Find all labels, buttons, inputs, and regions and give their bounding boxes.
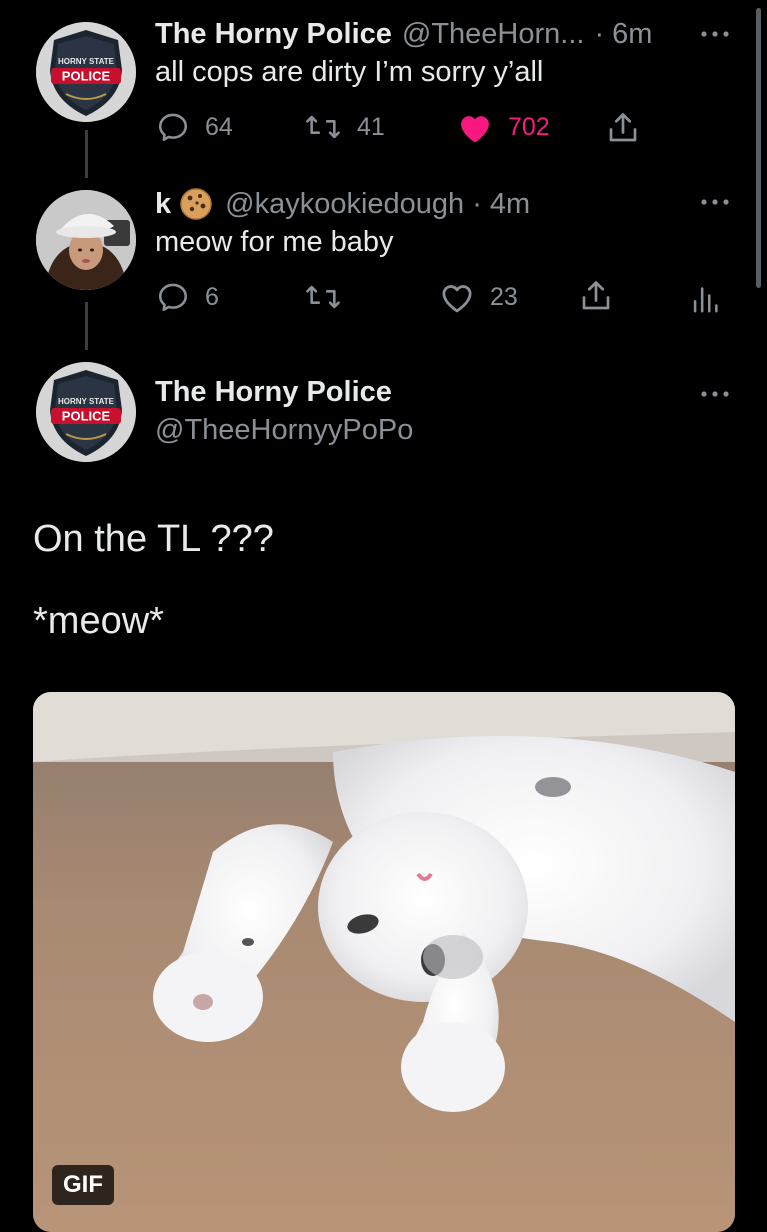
like-count: 23 — [490, 282, 518, 311]
share-button[interactable] — [578, 278, 614, 314]
thread-line — [85, 130, 88, 178]
gif-badge: GIF — [52, 1165, 114, 1205]
like-button[interactable]: 702 — [456, 110, 550, 144]
retweet-icon — [306, 285, 340, 309]
tweet-text: all cops are dirty I’m sorry y’all — [155, 56, 544, 88]
reply-count: 6 — [205, 282, 219, 311]
cookie-icon — [180, 188, 212, 220]
tweet-header: The Horny Police @TheeHorn... · 6m — [155, 14, 652, 54]
tweet-header: k @kaykookiedough · 4m — [155, 184, 530, 224]
username[interactable]: @kaykookiedough — [225, 188, 464, 221]
tweet-text-line: *meow* — [33, 600, 164, 642]
reply-button[interactable]: 64 — [155, 110, 233, 144]
display-name[interactable]: The Horny Police — [155, 18, 392, 51]
gif-media[interactable] — [33, 692, 735, 1232]
reply-button[interactable]: 6 — [155, 280, 219, 314]
reply-icon — [158, 283, 188, 312]
retweet-button[interactable] — [303, 280, 343, 314]
analytics-icon — [693, 287, 718, 313]
profile-photo — [36, 190, 136, 290]
cat-gif-image — [33, 692, 735, 1232]
svg-text:POLICE: POLICE — [62, 69, 111, 84]
tweet-text: meow for me baby — [155, 226, 394, 258]
avatar[interactable]: HORNY STATE POLICE — [36, 362, 136, 462]
svg-text:HORNY STATE: HORNY STATE — [58, 397, 115, 406]
username[interactable]: @TheeHornyyPoPo — [155, 414, 413, 447]
reply-count: 64 — [205, 112, 233, 141]
more-icon[interactable] — [698, 382, 732, 406]
retweet-icon — [306, 115, 340, 139]
analytics-button[interactable] — [690, 280, 720, 314]
like-button[interactable]: 23 — [438, 280, 518, 314]
tweet-text-line: On the TL ??? — [33, 518, 274, 560]
heart-icon — [442, 285, 472, 313]
display-name[interactable]: The Horny Police — [155, 376, 392, 409]
thread-line — [85, 302, 88, 350]
username[interactable]: @TheeHorn... — [402, 18, 585, 51]
share-icon — [609, 113, 637, 142]
share-icon — [582, 281, 610, 310]
avatar[interactable] — [36, 190, 136, 290]
more-icon[interactable] — [698, 190, 732, 214]
svg-text:POLICE: POLICE — [62, 409, 111, 424]
timestamp[interactable]: · 4m — [472, 188, 530, 221]
svg-text:HORNY STATE: HORNY STATE — [58, 57, 115, 66]
scrollbar[interactable] — [756, 8, 761, 288]
display-name[interactable]: k — [155, 188, 171, 221]
heart-icon — [461, 116, 489, 143]
more-icon[interactable] — [698, 22, 732, 46]
police-badge-icon: HORNY STATE POLICE — [36, 22, 136, 122]
police-badge-icon: HORNY STATE POLICE — [36, 362, 136, 462]
retweet-count: 41 — [357, 112, 385, 141]
timestamp[interactable]: · 6m — [594, 18, 652, 51]
retweet-button[interactable]: 41 — [303, 110, 385, 144]
avatar[interactable]: HORNY STATE POLICE — [36, 22, 136, 122]
reply-icon — [158, 113, 188, 142]
share-button[interactable] — [605, 110, 641, 146]
like-count: 702 — [508, 112, 550, 141]
